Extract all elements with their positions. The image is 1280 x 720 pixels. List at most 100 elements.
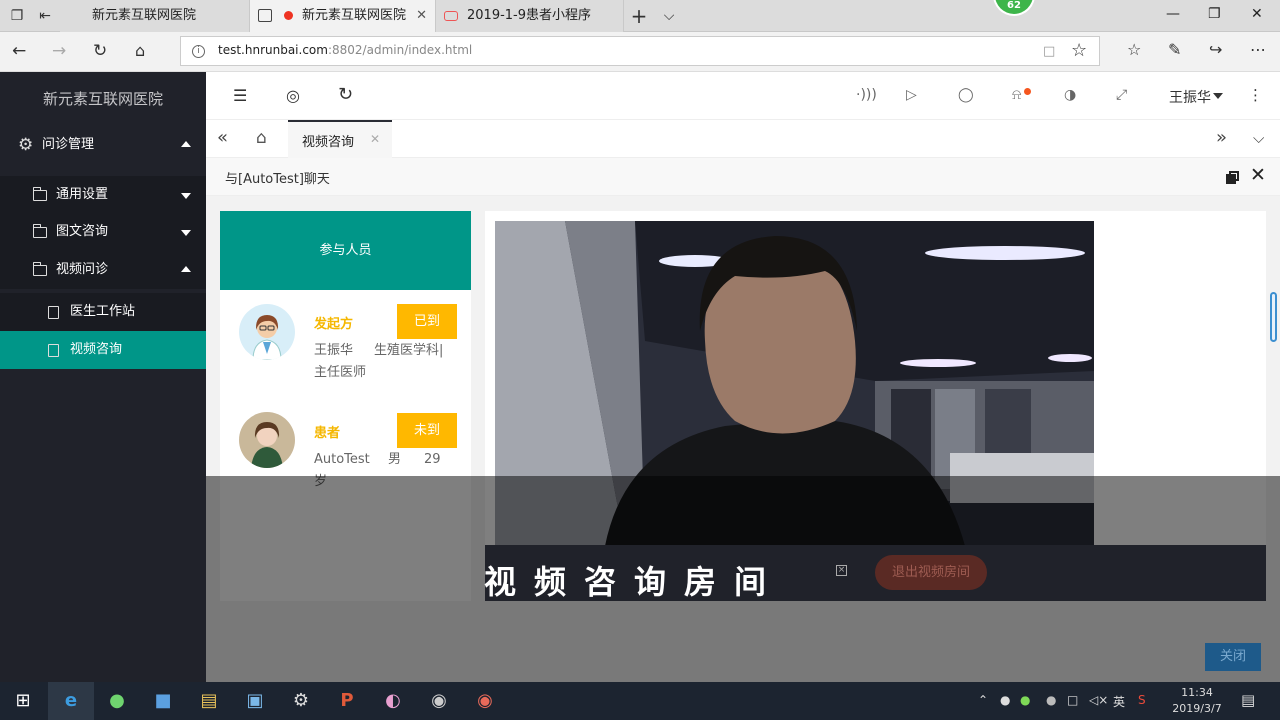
tab-label: 视频咨询 bbox=[302, 135, 355, 150]
home-tab-icon[interactable]: ⌂ bbox=[256, 128, 267, 148]
tab-video-consult[interactable]: 视频咨询 ✕ bbox=[288, 120, 392, 158]
user-menu-chevron-icon[interactable] bbox=[1213, 93, 1223, 99]
sidebar-item-label: 问诊管理 bbox=[42, 137, 95, 152]
share-icon[interactable]: ↪ bbox=[1209, 40, 1222, 59]
tabs-scroll-left-icon[interactable]: « bbox=[217, 127, 228, 148]
system-clock[interactable]: 11:34 2019/3/7 bbox=[1168, 685, 1226, 717]
home-icon[interactable]: ⌂ bbox=[135, 41, 145, 60]
more-vertical-icon[interactable]: ⋮ bbox=[1248, 86, 1263, 104]
menu-toggle-icon[interactable]: ☰ bbox=[233, 86, 247, 105]
collapse-arrow-icon bbox=[181, 141, 191, 147]
browser-tab-strip: ❐ ⇤ 新元素互联网医院 新元素互联网医院 ✕ 2019-1-9患者小程序 + … bbox=[0, 0, 1280, 32]
participant-role: 发起方 bbox=[314, 317, 354, 332]
theme-palette-icon[interactable]: ◑ bbox=[1064, 87, 1076, 103]
powerpoint-icon[interactable]: P bbox=[324, 682, 370, 720]
room-close-icon[interactable]: × bbox=[836, 565, 847, 576]
document-icon bbox=[48, 306, 59, 319]
participant-age: 29 bbox=[424, 452, 441, 467]
dialog-header: 与[AutoTest]聊天 ✕ bbox=[206, 158, 1280, 196]
sogou-input-icon[interactable]: S bbox=[1138, 693, 1146, 707]
close-tab-icon[interactable]: ✕ bbox=[370, 132, 380, 146]
paint-icon[interactable]: ◐ bbox=[370, 682, 416, 720]
app-circle-icon[interactable]: ◉ bbox=[416, 682, 462, 720]
refresh-page-icon[interactable]: ↻ bbox=[338, 84, 353, 105]
sidebar-item-label: 医生工作站 bbox=[70, 304, 136, 319]
dialog-close-icon[interactable]: ✕ bbox=[1250, 164, 1266, 186]
favorites-list-icon[interactable]: ☆ bbox=[1127, 40, 1141, 59]
refresh-icon[interactable]: ↻ bbox=[93, 41, 107, 61]
sidebar-subitem-doctor-station[interactable]: 医生工作站 bbox=[0, 293, 206, 331]
browser-tab-3[interactable]: 2019-1-9患者小程序 bbox=[436, 0, 624, 32]
globe-icon[interactable]: ◎ bbox=[286, 86, 300, 105]
participant-name: 王振华 bbox=[314, 343, 354, 358]
volume-icon[interactable]: ◁× bbox=[1089, 693, 1108, 707]
minimize-icon[interactable]: — bbox=[1166, 6, 1180, 22]
favorite-star-icon[interactable]: ☆ bbox=[1071, 40, 1087, 61]
network-icon[interactable]: □ bbox=[1067, 693, 1078, 707]
user-name[interactable]: 王振华 bbox=[1169, 87, 1211, 107]
participant-name: AutoTest bbox=[314, 452, 370, 467]
gear-icon: ⚙ bbox=[18, 135, 34, 155]
mini-program-dev-icon[interactable]: ◉ bbox=[462, 682, 508, 720]
sidebar-item-video-consult[interactable]: 视频问诊 bbox=[0, 251, 206, 289]
site-info-icon[interactable]: i bbox=[192, 45, 205, 58]
sidebar-item-text-consult[interactable]: 图文咨询 bbox=[0, 213, 206, 251]
notification-bell-icon[interactable]: ⍾ bbox=[1012, 87, 1021, 103]
chat-icon[interactable]: ◯ bbox=[958, 87, 974, 103]
page-icon bbox=[258, 9, 272, 22]
restore-icon[interactable]: ❐ bbox=[1208, 6, 1221, 22]
tray-cloud-icon[interactable]: ● bbox=[1046, 693, 1056, 707]
edge-browser-icon[interactable]: e bbox=[48, 682, 94, 720]
pen-icon[interactable]: ✎ bbox=[1168, 40, 1181, 59]
folder-icon bbox=[32, 262, 47, 276]
url-field[interactable]: i test.hnrunbai.com:8802/admin/index.htm… bbox=[180, 36, 1100, 66]
window-close-icon[interactable]: ✕ bbox=[1251, 6, 1263, 22]
tabs-menu-chevron-icon[interactable]: ⌵ bbox=[1253, 129, 1264, 147]
scrollbar-thumb[interactable] bbox=[1270, 292, 1277, 342]
sidebar-subitem-video-consult[interactable]: 视频咨询 bbox=[0, 331, 206, 369]
action-center-icon[interactable]: ▤ bbox=[1241, 691, 1255, 709]
file-explorer-icon[interactable]: ▤ bbox=[186, 682, 232, 720]
speaker-icon[interactable]: ·))) bbox=[856, 87, 877, 103]
browser-tab-1[interactable]: 新元素互联网医院 bbox=[60, 0, 250, 32]
wechat-icon[interactable]: ● bbox=[94, 682, 140, 720]
tab-manager-icon[interactable]: ❐ bbox=[8, 7, 26, 25]
participant-dept: 生殖医学科| bbox=[374, 343, 444, 358]
close-button[interactable]: 关闭 bbox=[1205, 643, 1261, 671]
participant-role: 患者 bbox=[314, 426, 341, 441]
input-method[interactable]: 英 bbox=[1113, 693, 1125, 710]
video-icon[interactable]: ▷ bbox=[906, 87, 917, 103]
set-aside-tabs-icon[interactable]: ⇤ bbox=[36, 7, 54, 25]
remote-desktop-icon[interactable]: ▣ bbox=[232, 682, 278, 720]
notification-dot bbox=[1024, 88, 1031, 95]
page-tab-bar: « ⌂ 视频咨询 ✕ » ⌵ bbox=[206, 120, 1280, 158]
start-icon[interactable]: ⊞ bbox=[0, 682, 46, 720]
maximize-icon[interactable] bbox=[1226, 171, 1239, 184]
browser-tab-title: 新元素互联网医院 bbox=[92, 8, 197, 23]
tabs-scroll-right-icon[interactable]: » bbox=[1216, 127, 1227, 148]
close-tab-icon[interactable]: ✕ bbox=[416, 0, 427, 32]
participant-title: 主任医师 bbox=[314, 365, 367, 380]
sidebar-item-label: 通用设置 bbox=[56, 187, 109, 202]
forward-icon[interactable]: → bbox=[52, 41, 66, 61]
settings-icon[interactable]: ⚙ bbox=[278, 682, 324, 720]
sidebar-title: 新元素互联网医院 bbox=[42, 90, 163, 108]
tray-app-icon[interactable]: ● bbox=[1000, 693, 1010, 707]
exit-video-room-button[interactable]: 退出视频房间 bbox=[875, 555, 987, 590]
participant-info: 王振华 生殖医学科| 主任医师 bbox=[314, 340, 454, 384]
tray-chevron-icon[interactable]: ⌃ bbox=[978, 693, 988, 707]
sidebar-item-general-settings[interactable]: 通用设置 bbox=[0, 176, 206, 214]
tab-preview-chevron-icon[interactable]: ⌵ bbox=[660, 7, 678, 25]
sidebar-group-consultation[interactable]: ⚙ 问诊管理 bbox=[0, 126, 206, 164]
profile-badge[interactable]: 62 bbox=[993, 0, 1035, 16]
reading-view-icon[interactable]: □ bbox=[1043, 44, 1055, 59]
back-icon[interactable]: ← bbox=[12, 41, 26, 61]
clock-time: 11:34 bbox=[1181, 686, 1213, 699]
browser-tab-2[interactable]: 新元素互联网医院 ✕ bbox=[250, 0, 436, 32]
recording-dot-icon bbox=[284, 11, 293, 20]
tray-security-icon[interactable]: ● bbox=[1020, 693, 1030, 707]
fullscreen-icon[interactable]: ⤢ bbox=[1116, 87, 1127, 103]
notes-app-icon[interactable]: ■ bbox=[140, 682, 186, 720]
new-tab-icon[interactable]: + bbox=[630, 6, 648, 26]
more-icon[interactable]: ⋯ bbox=[1250, 40, 1266, 59]
